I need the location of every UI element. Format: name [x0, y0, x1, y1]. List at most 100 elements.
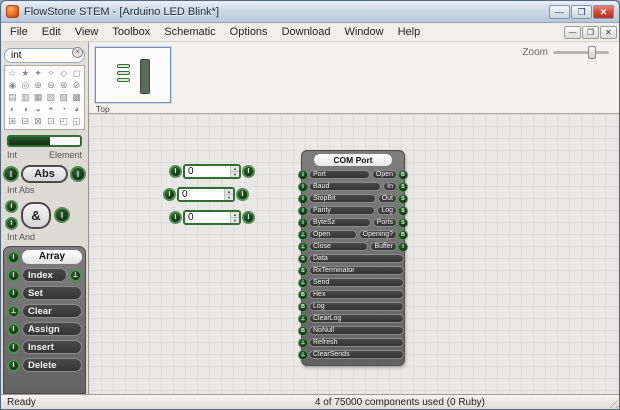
input-connector[interactable]: ⊥ — [298, 241, 308, 252]
schematic-thumbnail[interactable] — [95, 47, 171, 103]
input-connector[interactable]: B — [298, 325, 308, 336]
palette-category-icon[interactable]: ◓ — [44, 104, 57, 115]
value-field[interactable]: 0 — [179, 189, 224, 200]
title-bar[interactable]: FlowStone STEM - [Arduino LED Blink*] — … — [1, 1, 619, 23]
palette-category-icon[interactable]: ✧ — [44, 68, 57, 79]
int-and-component[interactable]: I I & I — [5, 200, 84, 230]
output-connector[interactable]: I — [70, 166, 86, 182]
output-connector[interactable]: I — [236, 188, 249, 201]
and-block-label[interactable]: & — [21, 201, 51, 229]
schematic-canvas[interactable]: I 0 ▲ ▼ I I 0 ▲ ▼ I I 0 ▲ ▼ I COM Port I… — [89, 114, 619, 394]
array-row[interactable]: I Assign — [7, 322, 82, 336]
input-connector[interactable]: ⊥ — [298, 277, 308, 288]
input-connector[interactable]: I — [298, 181, 308, 192]
input-connector[interactable]: ⊥ — [298, 349, 308, 360]
input-connector[interactable]: I — [298, 205, 308, 216]
menu-item[interactable]: Download — [275, 24, 338, 40]
input-connector[interactable]: I — [3, 166, 19, 182]
resize-grip-icon[interactable] — [606, 396, 618, 408]
com-port-row[interactable]: ⊥ ClearLog — [298, 313, 404, 324]
palette-category-icon[interactable]: ⊖ — [44, 80, 57, 91]
output-connector[interactable]: I — [398, 241, 408, 252]
menu-item[interactable]: Toolbox — [105, 24, 157, 40]
clear-search-icon[interactable]: ✕ — [72, 47, 83, 58]
palette-category-icon[interactable]: ◔ — [57, 104, 70, 115]
com-port-row[interactable]: ⊥ Open Opening? B — [298, 229, 408, 240]
input-connector[interactable]: I — [7, 268, 20, 282]
palette-category-icon[interactable]: ▦ — [32, 92, 45, 103]
com-port-row[interactable]: I ByteSz Ports S — [298, 217, 408, 228]
output-connector[interactable]: B — [398, 169, 408, 180]
minimize-button[interactable]: — — [549, 4, 570, 19]
array-row[interactable]: ⊥ Clear — [7, 304, 82, 318]
com-port-row[interactable]: ⊥ Close Buffer I — [298, 241, 408, 252]
palette-category-icon[interactable]: ⊠ — [32, 116, 45, 127]
palette-category-icon[interactable]: ⊞ — [6, 116, 19, 127]
menu-item[interactable]: File — [3, 24, 35, 40]
stepper-down-icon[interactable]: ▼ — [225, 195, 233, 200]
input-connector[interactable]: ⊥ — [298, 337, 308, 348]
close-button[interactable]: ✕ — [593, 4, 614, 19]
palette-category-icon[interactable]: ⊟ — [19, 116, 32, 127]
stepper-down-icon[interactable]: ▼ — [231, 218, 239, 223]
navigator-tab-label[interactable]: Top — [96, 104, 110, 114]
palette-category-icon[interactable]: ◑ — [19, 104, 32, 115]
value-field[interactable]: 0 — [185, 166, 230, 177]
palette-category-icon[interactable]: ⊗ — [57, 80, 70, 91]
palette-category-icon[interactable]: ▤ — [6, 92, 19, 103]
array-row[interactable]: I Index ⊥ — [7, 268, 82, 282]
palette-category-icon[interactable]: ▥ — [19, 92, 32, 103]
int-input-module[interactable]: I 0 ▲ ▼ I — [163, 187, 249, 202]
com-port-row[interactable]: ⊥ Refresh — [298, 337, 404, 348]
input-connector[interactable]: I — [7, 286, 20, 300]
com-port-row[interactable]: ⊥ Send — [298, 277, 404, 288]
palette-category-icon[interactable]: ◻ — [70, 68, 83, 79]
output-connector[interactable]: I — [242, 165, 255, 178]
menu-item[interactable]: Edit — [35, 24, 68, 40]
palette-category-icon[interactable]: ⊘ — [70, 80, 83, 91]
output-connector[interactable]: ⊥ — [69, 268, 82, 282]
int-input-module[interactable]: I 0 ▲ ▼ I — [169, 164, 255, 179]
array-row[interactable]: I Delete — [7, 358, 82, 372]
array-component[interactable]: I Array I Index ⊥ I Set ⊥ Clear I Assign… — [3, 246, 86, 394]
output-connector[interactable]: S — [398, 205, 408, 216]
input-connector[interactable]: B — [298, 289, 308, 300]
input-connector[interactable]: S — [298, 253, 308, 264]
palette-category-icon[interactable]: ⊕ — [32, 80, 45, 91]
com-port-module[interactable]: COM Port I Port Open B I Baud In S I Sto… — [298, 150, 408, 366]
palette-category-icon[interactable]: ◐ — [6, 104, 19, 115]
abs-block-label[interactable]: Abs — [21, 165, 68, 183]
array-row[interactable]: I Insert — [7, 340, 82, 354]
com-port-row[interactable]: B Hex — [298, 289, 404, 300]
output-connector[interactable]: I — [242, 211, 255, 224]
input-connector[interactable]: I — [169, 165, 182, 178]
com-port-row[interactable]: ⊥ ClearSends — [298, 349, 404, 360]
palette-category-icon[interactable]: ◰ — [57, 116, 70, 127]
input-connector[interactable]: I — [7, 250, 20, 264]
palette-category-icon[interactable]: ▨ — [57, 92, 70, 103]
com-port-row[interactable]: I Port Open B — [298, 169, 408, 180]
palette-category-icon[interactable]: ✦ — [32, 68, 45, 79]
array-row[interactable]: I Set — [7, 286, 82, 300]
palette-category-icon[interactable]: ◕ — [70, 104, 83, 115]
output-connector[interactable]: I — [54, 207, 70, 223]
palette-category-icon[interactable]: ◎ — [19, 80, 32, 91]
com-port-row[interactable]: I Parity Log S — [298, 205, 408, 216]
menu-item[interactable]: Schematic — [157, 24, 222, 40]
input-connector[interactable]: I — [5, 217, 18, 230]
com-port-row[interactable]: S Data — [298, 253, 404, 264]
com-port-row[interactable]: I StopBit Out S — [298, 193, 408, 204]
menu-item[interactable]: View — [68, 24, 106, 40]
palette-category-icon[interactable]: ◱ — [70, 116, 83, 127]
input-connector[interactable]: I — [7, 358, 20, 372]
palette-category-icon[interactable]: ▩ — [70, 92, 83, 103]
input-connector[interactable]: I — [298, 193, 308, 204]
input-connector[interactable]: I — [5, 200, 18, 213]
palette-category-icon[interactable]: ★ — [19, 68, 32, 79]
input-connector[interactable]: S — [298, 265, 308, 276]
mdi-minimize-button[interactable]: — — [564, 25, 581, 39]
zoom-slider-thumb[interactable] — [587, 46, 596, 59]
menu-item[interactable]: Options — [223, 24, 275, 40]
palette-category-icon[interactable]: ◇ — [57, 68, 70, 79]
input-connector[interactable]: ⊥ — [298, 313, 308, 324]
